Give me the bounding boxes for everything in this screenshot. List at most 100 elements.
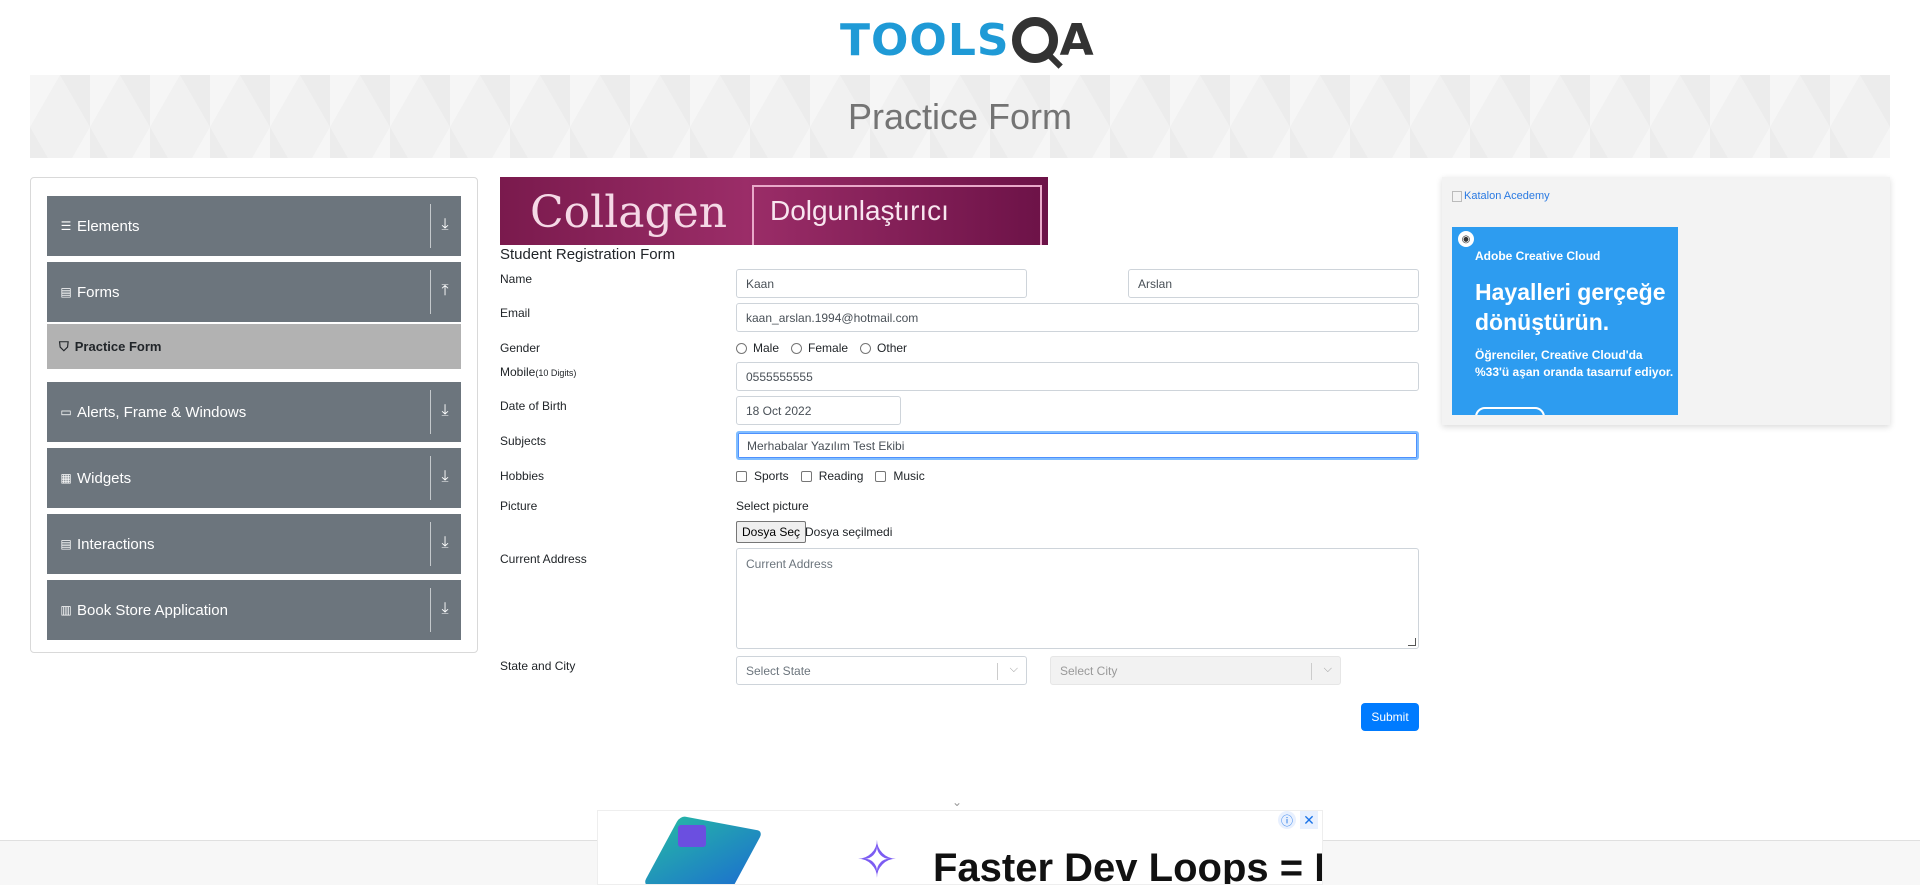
divider: [430, 390, 431, 434]
option-label: Music: [893, 469, 925, 483]
subjects-label: Subjects: [500, 434, 547, 448]
collagen-ad-banner[interactable]: Collagen Dolgunlaştırıcı: [500, 177, 1048, 245]
radio-button[interactable]: [791, 342, 803, 354]
choose-file-button[interactable]: Dosya Seç: [736, 521, 807, 543]
shield-icon: ⛉: [59, 338, 69, 354]
divider: [997, 663, 998, 680]
option-label: Sports: [754, 469, 789, 483]
chevron-down-icon: ⌵: [1009, 663, 1018, 675]
sidebar-group-label: Book Store Application: [77, 601, 228, 619]
page-banner: Practice Form: [30, 75, 1890, 158]
square-list-icon: ▤: [60, 537, 72, 551]
toolsqa-logo[interactable]: TOOLS A: [840, 14, 1094, 66]
sidebar-group-alerts[interactable]: ▭ Alerts, Frame & Windows ⤓: [47, 382, 461, 442]
file-status-text: Dosya seçilmedi: [805, 525, 893, 539]
document-icon: ▤: [60, 285, 72, 299]
sidebar-group-label: Alerts, Frame & Windows: [77, 403, 247, 421]
gear-icon: [1011, 17, 1058, 63]
gender-male-option[interactable]: Male: [736, 341, 779, 355]
ad-headline: Hayalleri gerçeğe dönüştürün.: [1475, 277, 1666, 337]
chevron-down-icon: ⌵: [1323, 663, 1332, 675]
logo-a-text: A: [1059, 14, 1094, 66]
subjects-input[interactable]: Merhabalar Yazılım Test Ekibi: [736, 431, 1419, 460]
sidebar-group-widgets[interactable]: ▦ Widgets ⤓: [47, 448, 461, 508]
form-title: Student Registration Form: [500, 246, 676, 263]
hamburger-icon: ☰: [60, 219, 72, 233]
right-ad-panel: Katalon Acedemy ◉ Adobe Creative Cloud H…: [1442, 177, 1890, 425]
sidebar-item-practice-form[interactable]: ⛉ Practice Form: [47, 324, 461, 369]
download-arrow-icon: ⤓: [441, 600, 449, 617]
adobe-ad[interactable]: ◉ Adobe Creative Cloud Hayalleri gerçeğe…: [1452, 227, 1678, 415]
download-arrow-icon: ⤓: [441, 216, 449, 233]
hobbies-label: Hobbies: [500, 469, 545, 483]
gender-other-option[interactable]: Other: [860, 341, 907, 355]
textarea-placeholder: Current Address: [746, 557, 833, 571]
city-select[interactable]: Select City ⌵: [1050, 656, 1341, 685]
sidebar-group-forms[interactable]: ▤ Forms ⤒: [47, 262, 461, 322]
sidebar-group-label: Widgets: [77, 469, 132, 487]
name-label: Name: [500, 272, 533, 286]
divider: [430, 588, 431, 632]
email-input[interactable]: kaan_arslan.1994@hotmail.com: [736, 303, 1419, 332]
sidebar-group-label: Forms: [77, 283, 120, 301]
gender-radio-group: Male Female Other: [736, 341, 919, 355]
star-logo-icon: ✧: [856, 832, 898, 885]
option-label: Female: [808, 341, 849, 355]
checkbox[interactable]: [800, 470, 812, 482]
select-picture-label: Select picture: [736, 499, 809, 513]
logo-qa-mark: A: [1011, 14, 1094, 66]
bottom-ad-banner[interactable]: ✧ Faster Dev Loops = Ef ⓘ ✕: [597, 810, 1323, 885]
sidebar-group-book-store[interactable]: ▥ Book Store Application ⤓: [47, 580, 461, 640]
picture-label: Picture: [500, 499, 538, 513]
state-city-label: State and City: [500, 659, 576, 673]
books-icon: ▥: [60, 603, 72, 617]
ad-info-icon[interactable]: ⓘ: [1278, 811, 1296, 829]
select-placeholder: Select City: [1060, 663, 1118, 678]
state-select[interactable]: Select State ⌵: [736, 656, 1027, 685]
submit-button[interactable]: Submit: [1361, 703, 1419, 731]
mobile-hint: (10 Digits): [535, 368, 577, 378]
broken-image-icon: [1452, 190, 1462, 202]
link-text: Katalon Acedemy: [1464, 190, 1550, 202]
page-title: Practice Form: [847, 95, 1073, 137]
ad-illustration-chip: [678, 825, 706, 847]
date-of-birth-input[interactable]: 18 Oct 2022: [736, 396, 901, 425]
gender-female-option[interactable]: Female: [791, 341, 848, 355]
option-label: Male: [753, 341, 780, 355]
download-arrow-icon: ⤓: [441, 534, 449, 551]
sidebar-group-interactions[interactable]: ▤ Interactions ⤓: [47, 514, 461, 574]
current-address-label: Current Address: [500, 552, 587, 566]
radio-button[interactable]: [860, 342, 872, 354]
download-arrow-icon: ⤓: [441, 402, 449, 419]
ad-cta-button[interactable]: [1475, 407, 1545, 415]
ad-headline: Faster Dev Loops = Ef: [933, 846, 1323, 885]
ad-text: Collagen: [530, 187, 728, 238]
divider: [430, 270, 431, 314]
chevron-down-icon[interactable]: ⌄: [952, 795, 962, 809]
hobby-music-option[interactable]: Music: [875, 469, 925, 483]
checkbox[interactable]: [875, 470, 887, 482]
hobby-sports-option[interactable]: Sports: [736, 469, 789, 483]
hobby-reading-option[interactable]: Reading: [800, 469, 864, 483]
resize-handle-icon[interactable]: [1408, 638, 1416, 646]
upload-arrow-icon: ⤒: [441, 282, 449, 299]
grid-icon: ▦: [60, 471, 72, 485]
option-label: Reading: [818, 469, 864, 483]
ad-headline-line: dönüştürün.: [1475, 309, 1610, 335]
window-icon: ▭: [60, 405, 72, 419]
close-icon[interactable]: ✕: [1300, 811, 1318, 829]
gender-label: Gender: [500, 341, 541, 355]
sidebar-group-elements[interactable]: ☰ Elements ⤓: [47, 196, 461, 256]
sidebar-group-label: Interactions: [77, 535, 155, 553]
mobile-label: Mobile(10 Digits): [500, 365, 576, 379]
logo-tools-text: TOOLS: [840, 14, 1010, 66]
sidebar-group-label: Elements: [77, 217, 140, 235]
current-address-textarea[interactable]: Current Address: [736, 548, 1419, 649]
radio-button[interactable]: [736, 342, 747, 354]
first-name-input[interactable]: Kaan: [736, 269, 1027, 298]
last-name-input[interactable]: Arslan: [1128, 269, 1419, 298]
dob-label: Date of Birth: [500, 399, 567, 413]
checkbox[interactable]: [736, 470, 747, 482]
katalon-academy-link[interactable]: Katalon Acedemy: [1452, 190, 1550, 202]
mobile-input[interactable]: 0555555555: [736, 362, 1419, 391]
